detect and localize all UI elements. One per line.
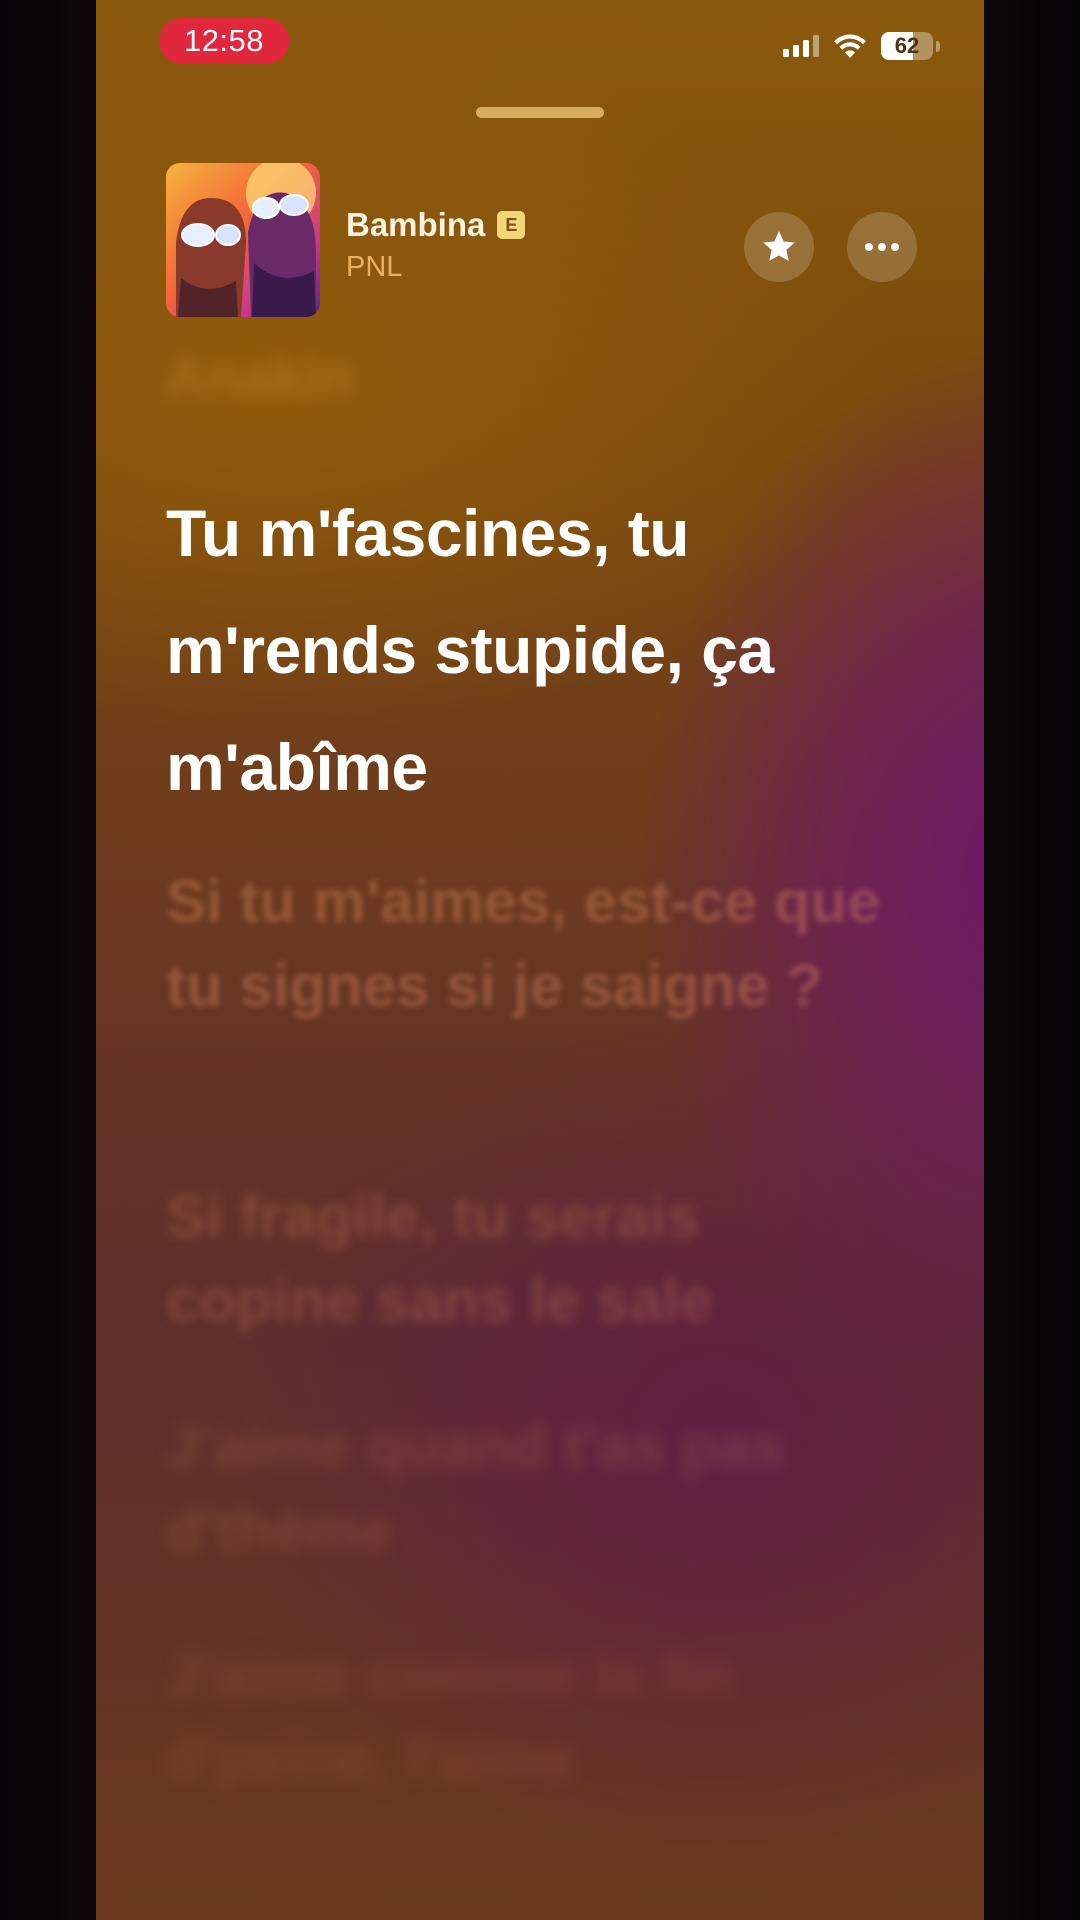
favorite-button[interactable] [744, 212, 814, 282]
wifi-icon [833, 33, 867, 59]
more-options-button[interactable] [847, 212, 917, 282]
lyric-line-upcoming[interactable]: Si fragile, tu serais copine sans le sal… [166, 1175, 886, 1343]
battery-icon: 62 [881, 32, 933, 60]
song-title-row: Bambina E [346, 206, 526, 244]
lyric-line-upcoming[interactable]: Si tu m'aimes, est-ce que tu signes si j… [166, 860, 886, 1028]
artist-name[interactable]: PNL [346, 251, 402, 284]
battery-cap [936, 40, 940, 52]
song-title: Bambina [346, 206, 486, 243]
lyric-line-current[interactable]: Tu m'fascines, tu m'rends stupide, ça m'… [166, 475, 886, 826]
lyric-line-previous[interactable]: Anakin [166, 344, 353, 409]
album-artwork[interactable] [166, 163, 320, 317]
explicit-badge: E [497, 211, 526, 239]
status-time[interactable]: 12:58 [159, 18, 289, 64]
battery-level: 62 [894, 33, 920, 58]
lyrics-screen: 12:58 62 Bambina E PNL Anakin Tu m'fasci… [96, 0, 984, 1920]
lyric-line-upcoming[interactable]: J'aime comme la fin d'peine, l'aime [166, 1633, 886, 1801]
cellular-signal-icon [783, 35, 819, 57]
phone-frame: 12:58 62 Bambina E PNL Anakin Tu m'fasci… [0, 0, 1080, 1920]
ellipsis-icon [865, 243, 899, 251]
status-indicators: 62 [783, 30, 940, 62]
sheet-grabber[interactable] [476, 107, 604, 118]
star-icon [763, 231, 795, 261]
lyric-line-upcoming[interactable]: J'aime quand t'as pas d'thème [166, 1405, 886, 1573]
